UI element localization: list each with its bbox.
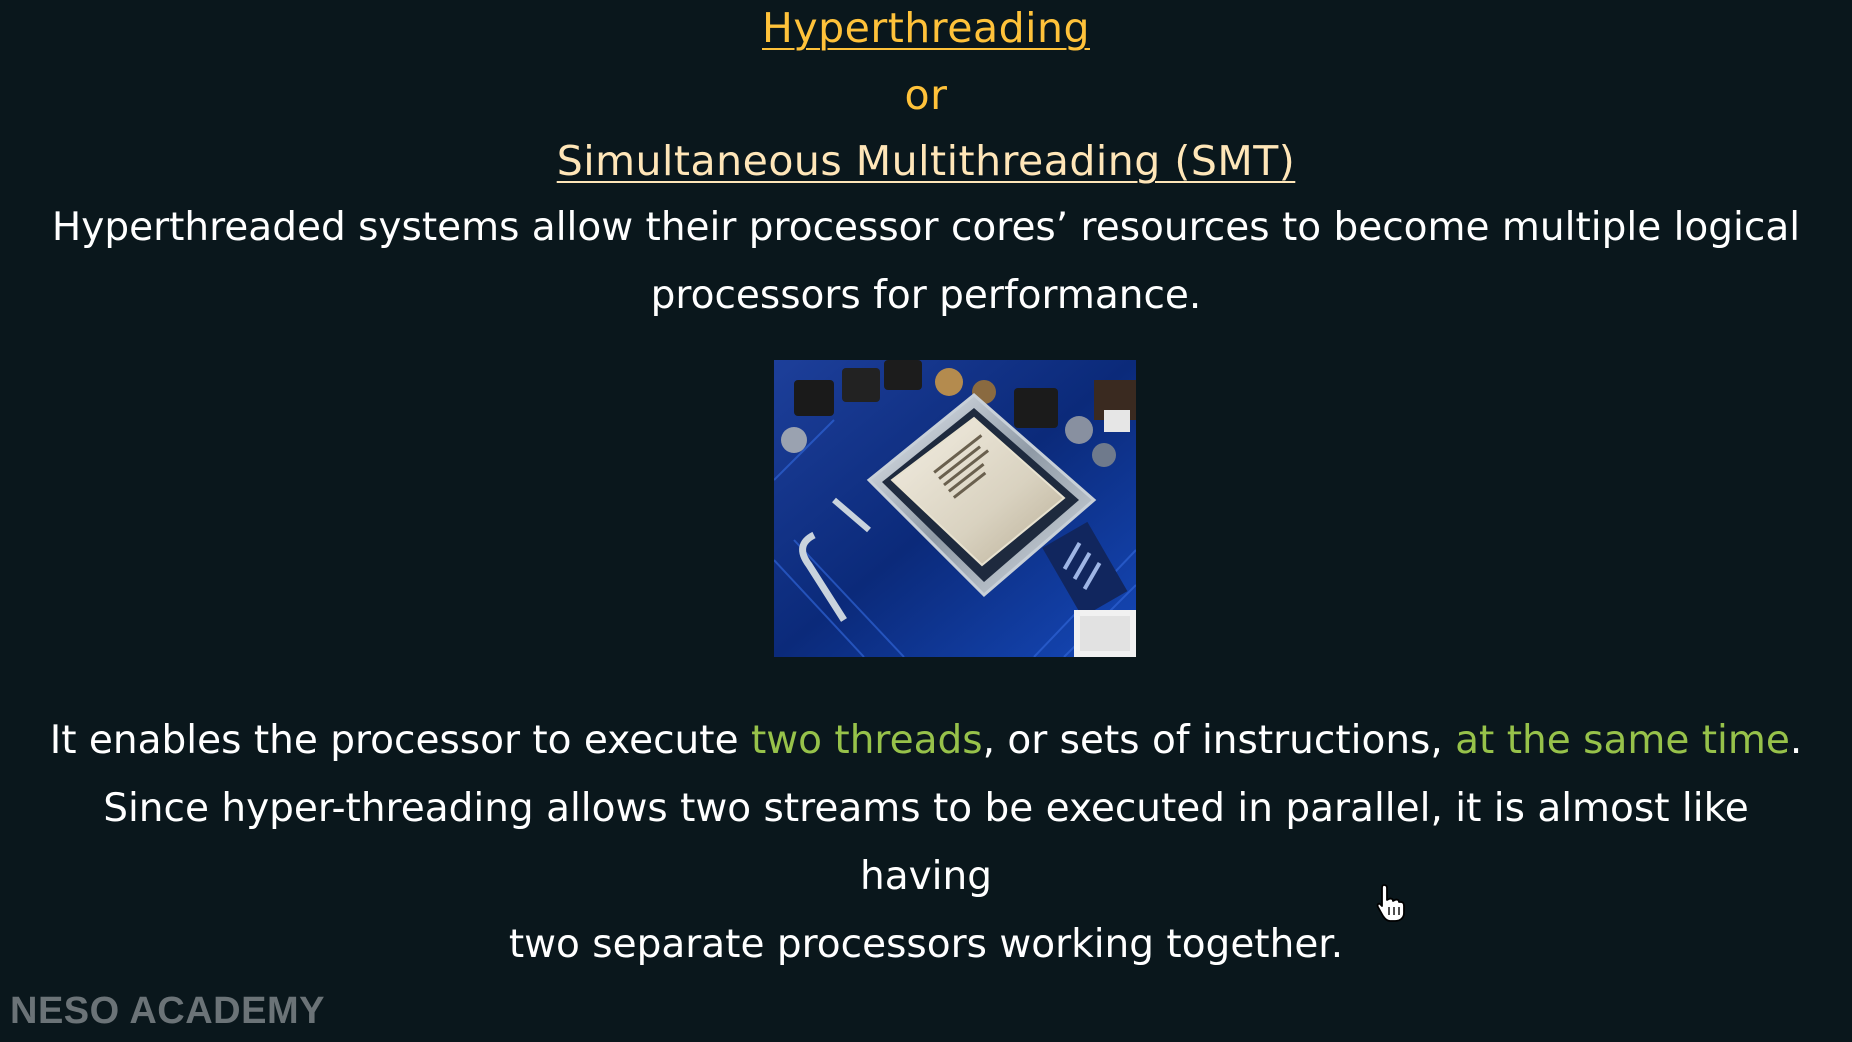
- highlight-same-time: at the same time: [1455, 718, 1790, 763]
- slide-title: Hyperthreading: [762, 4, 1090, 52]
- body-paragraph: It enables the processor to execute two …: [40, 707, 1812, 979]
- slide-subtitle: Simultaneous Multithreading (SMT): [556, 137, 1296, 185]
- highlight-two-threads: two threads: [750, 718, 983, 763]
- intro-line-2: processors for performance.: [650, 273, 1202, 318]
- title-or: or: [904, 71, 948, 119]
- body-line-1-part-c: .: [1789, 718, 1803, 763]
- neso-academy-watermark: NESO ACADEMY: [10, 990, 325, 1032]
- intro-paragraph: Hyperthreaded systems allow their proces…: [40, 194, 1812, 330]
- cpu-photo: [774, 360, 1136, 657]
- cpu-photo-illustration: [774, 360, 1136, 657]
- body-line-1-part-b: , or sets of instructions,: [982, 718, 1456, 763]
- intro-line-1: Hyperthreaded systems allow their proces…: [51, 205, 1801, 250]
- hand-cursor-icon: [1376, 884, 1405, 922]
- lecture-slide: Hyperthreading or Simultaneous Multithre…: [0, 0, 1852, 1042]
- body-line-1-part-a: It enables the processor to execute: [49, 718, 751, 763]
- body-line-2: Since hyper-threading allows two streams…: [103, 786, 1749, 899]
- body-line-3: two separate processors working together…: [508, 922, 1344, 967]
- body-line-1: It enables the processor to execute two …: [40, 707, 1812, 775]
